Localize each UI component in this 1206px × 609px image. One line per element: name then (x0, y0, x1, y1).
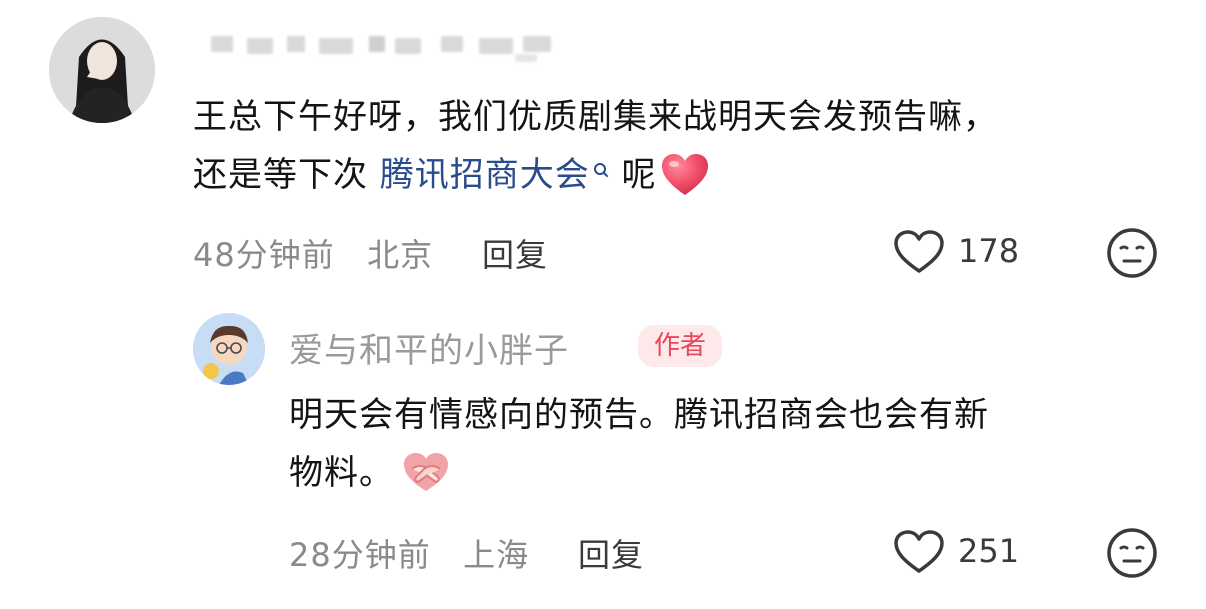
search-icon[interactable] (592, 160, 610, 190)
reply-dislike-face-icon[interactable] (1106, 527, 1158, 579)
comment-line-2: 还是等下次 腾讯招商大会 呢 (193, 146, 1153, 204)
reply-avatar-image (193, 313, 265, 385)
comment-text: 王总下午好呀，我们优质剧集来战明天会发预告嘛， 还是等下次 腾讯招商大会 呢 (193, 88, 1153, 204)
reply-avatar[interactable] (193, 313, 265, 385)
reply-like-heart-icon[interactable] (892, 528, 946, 576)
reply-meta: 28分钟前 上海 (289, 530, 529, 576)
like-count: 178 (958, 232, 1020, 270)
topic-link[interactable]: 腾讯招商大会 (380, 146, 590, 204)
avatar[interactable] (49, 17, 155, 123)
reply-text: 明天会有情感向的预告。腾讯招商会也会有新 物料。 (289, 386, 1169, 502)
reply-timestamp: 28分钟前 (289, 536, 431, 574)
like-heart-icon[interactable] (892, 228, 946, 276)
reply-reply-button[interactable]: 回复 (578, 530, 644, 576)
reply-location: 上海 (463, 536, 530, 574)
comment-location: 北京 (367, 236, 434, 274)
reply-like-count: 251 (958, 532, 1020, 570)
handshake-emoji-icon (398, 449, 454, 497)
reply-line-2: 物料。 (289, 444, 1169, 502)
username-blurred[interactable] (193, 26, 571, 68)
comment-meta: 48分钟前 北京 (193, 230, 433, 276)
dislike-face-icon[interactable] (1106, 227, 1158, 279)
reply-button[interactable]: 回复 (482, 230, 548, 276)
comment-line-1: 王总下午好呀，我们优质剧集来战明天会发预告嘛， (193, 97, 998, 137)
heart-emoji-icon (659, 151, 711, 199)
reply-line-1: 明天会有情感向的预告。腾讯招商会也会有新 (289, 395, 989, 435)
reply-username[interactable]: 爱与和平的小胖子 (289, 323, 569, 372)
avatar-image (49, 17, 155, 123)
comment-timestamp: 48分钟前 (193, 236, 335, 274)
author-badge: 作者 (638, 325, 723, 367)
